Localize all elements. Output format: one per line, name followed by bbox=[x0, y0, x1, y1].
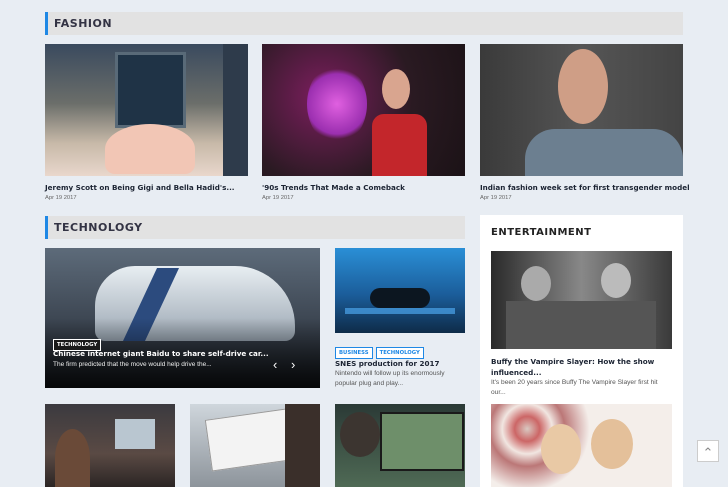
fashion-card-2-title[interactable]: '90s Trends That Made a Comeback bbox=[262, 183, 405, 192]
slider-prev-arrow[interactable]: ‹ bbox=[273, 357, 277, 372]
fashion-section-heading: FASHION bbox=[45, 12, 683, 35]
entertainment-heading: ENTERTAINMENT bbox=[491, 227, 592, 238]
entertainment-card-title[interactable]: Buffy the Vampire Slayer: How the show i… bbox=[491, 356, 672, 378]
fashion-card-1-date: Apr 19 2017 bbox=[45, 195, 77, 201]
tech-thumb-2-image[interactable] bbox=[190, 404, 320, 487]
chevron-up-icon: ⌃ bbox=[702, 445, 714, 460]
entertainment-card-2-image[interactable] bbox=[491, 404, 672, 487]
snes-excerpt: Nintendo will follow up its enormously p… bbox=[335, 370, 445, 387]
snes-title[interactable]: SNES production for 2017 bbox=[335, 359, 440, 368]
scroll-to-top-button[interactable]: ⌃ bbox=[697, 440, 719, 462]
snes-article-image[interactable] bbox=[335, 248, 465, 333]
snes-tags: BUSINESS TECHNOLOGY bbox=[335, 341, 427, 359]
entertainment-card-image[interactable] bbox=[491, 251, 672, 349]
fashion-heading-text: FASHION bbox=[54, 17, 113, 30]
fashion-card-2-image[interactable] bbox=[262, 44, 465, 176]
fashion-card-3-date: Apr 19 2017 bbox=[480, 195, 512, 201]
entertainment-card-excerpt: It's been 20 years since Buffy The Vampi… bbox=[491, 379, 658, 396]
tech-thumb-3-image[interactable] bbox=[335, 404, 465, 487]
tech-thumb-1-image[interactable] bbox=[45, 404, 175, 487]
fashion-card-1-title[interactable]: Jeremy Scott on Being Gigi and Bella Had… bbox=[45, 183, 235, 192]
fashion-card-2-date: Apr 19 2017 bbox=[262, 195, 294, 201]
featured-title[interactable]: Chinese internet giant Baidu to share se… bbox=[53, 349, 269, 358]
technology-heading-text: TECHNOLOGY bbox=[54, 221, 143, 234]
slider-next-arrow[interactable]: › bbox=[291, 357, 295, 372]
fashion-card-3-image[interactable] bbox=[480, 44, 683, 176]
fashion-card-3-title[interactable]: Indian fashion week set for first transg… bbox=[480, 183, 690, 192]
technology-section-heading: TECHNOLOGY bbox=[45, 216, 465, 239]
tag-technology[interactable]: TECHNOLOGY bbox=[375, 347, 424, 359]
featured-excerpt: The firm predicted that the move would h… bbox=[53, 361, 212, 368]
fashion-card-1-image[interactable] bbox=[45, 44, 248, 176]
tag-business[interactable]: BUSINESS bbox=[335, 347, 373, 359]
technology-featured-slide[interactable]: TECHNOLOGY Chinese internet giant Baidu … bbox=[45, 248, 320, 388]
